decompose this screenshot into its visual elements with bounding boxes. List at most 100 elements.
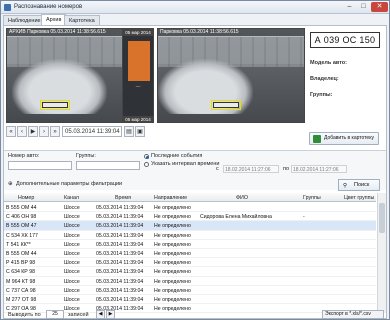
detection-box — [211, 100, 241, 110]
interval-radio[interactable] — [144, 162, 149, 167]
table-cell: Шоссе — [64, 251, 80, 257]
column-number[interactable]: Номер — [18, 195, 34, 201]
table-row[interactable]: М 277 ОТ 98 Шоссе 05.03.2014 11:39:04 Не оп… — [4, 295, 376, 305]
table-row[interactable]: С 534 ХК 177 Шоссе 05.03.2014 11:39:04 Не о… — [4, 231, 376, 240]
archive-panel: АРХИВ Парковка 05.03.2014 11:38:56.615 0… — [3, 25, 387, 319]
detection-box — [40, 100, 70, 110]
table-scrollbar[interactable] — [377, 193, 386, 313]
step-forward-icon[interactable]: » — [50, 126, 60, 137]
table-cell: Шоссе — [64, 269, 80, 276]
playback-controls: « ‹ ▶ › » 05.03.2014 11:39:04 ▤ ▣ — [6, 125, 156, 139]
step-back-icon[interactable]: « — [6, 126, 16, 137]
table-row[interactable]: В 555 ОМ 44 Шоссе 05.03.2014 11:39:04 Не оп… — [4, 249, 376, 259]
table-row[interactable]: С 406 ОН 98 Шоссе 05.03.2014 11:39:04 Не оп… — [4, 212, 376, 222]
tab-card-index[interactable]: Картотека — [64, 15, 100, 25]
table-cell: Не определено — [154, 223, 191, 230]
scrollbar-thumb[interactable] — [379, 203, 385, 233]
table-cell: Шоссе — [64, 214, 80, 221]
table-row[interactable]: С 737 СА 98 Шоссе 05.03.2014 11:39:04 Не оп… — [4, 286, 376, 295]
table-cell: М 964 КТ 98 — [6, 278, 36, 285]
table-cell: 05.03.2014 11:39:04 — [96, 287, 144, 294]
column-channel[interactable]: Канал — [64, 195, 79, 201]
latest-events-radio[interactable] — [144, 154, 149, 159]
show-by-label: Выводить по — [8, 312, 41, 318]
to-date-input[interactable]: 18.02.2014 11:27:06 — [291, 165, 347, 173]
table-cell: Не определено — [154, 205, 191, 211]
export-button[interactable]: Экспорт в *.xls/*.csv — [322, 310, 384, 319]
timeline-bar — [128, 41, 150, 81]
strip-top-date: 05 мар 2014 — [123, 29, 153, 36]
groups-select[interactable] — [76, 161, 140, 170]
table-cell: Не определено — [154, 260, 191, 267]
records-label: записей — [68, 312, 89, 318]
owner-label: Владелец: — [310, 76, 339, 82]
add-to-card-index-button[interactable]: Добавить в картотеку — [309, 132, 379, 145]
calendar-icon[interactable]: ▤ — [124, 126, 134, 137]
table-cell: С 737 СА 98 — [6, 287, 36, 294]
app-icon — [4, 4, 11, 11]
app-window: Распознавание номеров – □ ✕ Наблюдение А… — [0, 0, 390, 320]
table-header: Номер Канал Время Направление ФИО Группы… — [4, 193, 376, 202]
table-row[interactable]: С 634 КР 98 Шоссе 05.03.2014 11:39:04 Не оп… — [4, 267, 376, 277]
play-icon[interactable]: ▶ — [28, 126, 38, 137]
column-groups[interactable]: Группы — [303, 195, 321, 201]
table-cell: Т 541 КК** — [6, 241, 31, 248]
window-title: Распознавание номеров — [14, 4, 83, 10]
table-cell: Шоссе — [64, 232, 80, 239]
minimize-button[interactable]: – — [343, 2, 356, 12]
table-cell: Не определено — [154, 269, 191, 276]
timeline-strip[interactable]: 05 мар 2014 — 05 мар 2014 — [122, 28, 154, 123]
table-cell: Не определено — [154, 297, 191, 303]
from-label: с — [216, 166, 219, 172]
table-row[interactable]: В 555 ОМ 47 Шоссе 05.03.2014 11:39:04 Не оп… — [4, 221, 376, 231]
column-direction[interactable]: Направление — [154, 195, 187, 201]
close-button[interactable]: ✕ — [371, 2, 388, 12]
column-full-name[interactable]: ФИО — [236, 195, 248, 201]
strip-bottom-date: 05 мар 2014 — [123, 116, 153, 123]
table-cell: - — [303, 214, 305, 221]
table-cell: Шоссе — [64, 287, 80, 294]
prev-icon[interactable]: ‹ — [17, 126, 27, 137]
table-cell: 05.03.2014 11:39:04 — [96, 278, 144, 285]
column-group-color[interactable]: Цвет группы — [344, 195, 374, 201]
table-row[interactable]: Т 541 КК** Шоссе 05.03.2014 11:39:04 Не опр… — [4, 240, 376, 249]
camera-overlay-right: Парковка 05.03.2014 11:38:56.615 — [158, 29, 304, 36]
maximize-button[interactable]: □ — [357, 2, 370, 12]
groups-label: Группы: — [310, 92, 333, 98]
table-cell: В 555 ОМ 44 — [6, 251, 37, 257]
next-page-icon[interactable]: ▶ — [106, 310, 115, 319]
table-cell: Шоссе — [64, 223, 80, 230]
table-row[interactable]: Р 415 ВР 98 Шоссе 05.03.2014 11:39:04 Не оп… — [4, 258, 376, 268]
prev-page-icon[interactable]: ◀ — [96, 310, 105, 319]
camera-view-right[interactable]: Парковка 05.03.2014 11:38:56.615 — [157, 28, 305, 123]
column-time[interactable]: Время — [115, 195, 131, 201]
table-cell: 05.03.2014 11:39:04 — [96, 297, 144, 303]
timestamp-field[interactable]: 05.03.2014 11:39:04 — [62, 126, 122, 137]
table-cell: Не определено — [154, 278, 191, 285]
expand-filters-icon[interactable]: ⊕ — [8, 181, 13, 187]
table-row[interactable]: М 964 КТ 98 Шоссе 05.03.2014 11:39:04 Не оп… — [4, 277, 376, 286]
search-button[interactable]: ⚲ Поиск — [338, 179, 380, 191]
table-row[interactable]: В 555 ОМ 44 Шоссе 05.03.2014 11:39:04 Не оп… — [4, 203, 376, 213]
filter-panel: Номер авто: Группы: Последние события Ук… — [4, 150, 386, 191]
table-cell: Шоссе — [64, 241, 80, 248]
advanced-filters-toggle[interactable]: Дополнительные параметры фильтрации — [16, 181, 122, 187]
tab-observation[interactable]: Наблюдение — [3, 15, 46, 25]
table-cell: С 634 КР 98 — [6, 269, 35, 276]
table-cell: 05.03.2014 11:39:04 — [96, 251, 144, 257]
table-cell: 05.03.2014 11:39:04 — [96, 214, 144, 221]
from-date-input[interactable]: 18.02.2014 11:27:06 — [223, 165, 279, 173]
add-card-icon — [313, 135, 321, 143]
car-number-input[interactable] — [8, 161, 72, 170]
next-icon[interactable]: › — [39, 126, 49, 137]
interval-label: Указать интервал времени — [151, 161, 220, 167]
table-cell: Не определено — [154, 214, 191, 221]
tab-archive[interactable]: Архив — [41, 14, 67, 25]
recognized-plate: А 039 ОС 150 — [310, 32, 380, 48]
latest-events-label: Последние события — [151, 153, 203, 159]
table-cell: Шоссе — [64, 278, 80, 285]
snapshot-icon[interactable]: ▣ — [135, 126, 145, 137]
table-cell: Не определено — [154, 287, 191, 294]
table-cell: 05.03.2014 11:39:04 — [96, 232, 144, 239]
page-size-select[interactable]: 25 — [46, 310, 64, 319]
